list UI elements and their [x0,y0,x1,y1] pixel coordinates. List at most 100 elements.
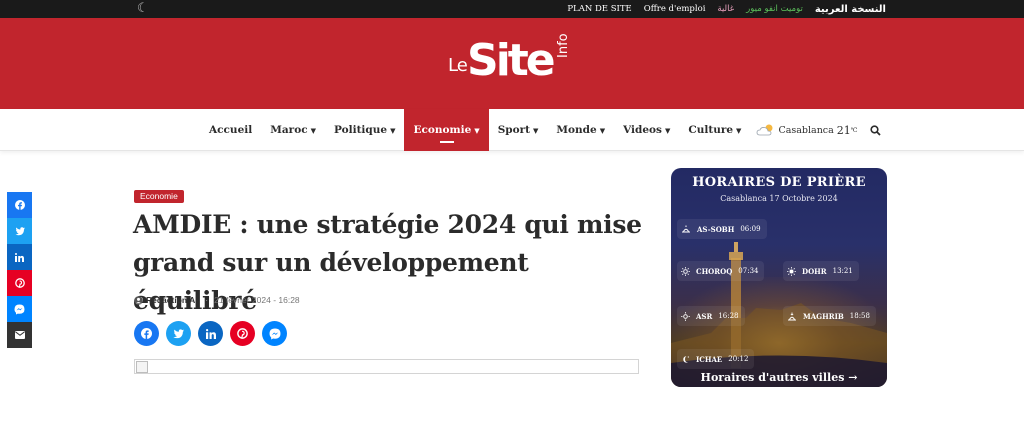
prayer-time-value: 06:09 [740,225,761,233]
nav-item-maroc[interactable]: Maroc ▼ [261,109,325,151]
nav-item-accueil[interactable]: Accueil [200,109,261,151]
pinterest-share-button[interactable] [230,321,255,346]
prayer-time-asr: ASR 16:28 [677,306,745,326]
chevron-down-icon: ▼ [599,125,606,135]
nav-item-label: Politique [333,124,388,136]
facebook-icon [141,328,152,339]
prayer-time-ichae: ICHAE 20:12 [677,349,755,369]
pinterest-icon [237,328,248,339]
chevron-down-icon: ▼ [310,125,316,135]
prayer-name: DOHR [802,266,827,276]
twitter-share-button[interactable] [166,321,191,346]
meta-separator: · [205,295,209,305]
top-links: PLAN DE SITE Offre d'emploi غالية توميت … [567,0,886,18]
chevron-down-icon: ▼ [390,125,396,135]
sun-icon [787,266,796,276]
nav-item-videos[interactable]: Videos ▼ [614,109,679,151]
nav-item-label: Economie [413,124,472,136]
sun-icon [681,266,690,276]
broken-image-icon [136,361,148,373]
messenger-share-button[interactable] [262,321,287,346]
nav-item-label: Sport [497,124,530,136]
prayer-name: CHOROQ [696,266,733,276]
job-offers-link[interactable]: Offre d'emploi [644,4,706,14]
nav-item-politique[interactable]: Politique ▼ [325,109,404,151]
nav-item-label: Culture [688,124,734,136]
weather-widget: Casablanca 21 ℃ [750,109,858,151]
chevron-down-icon: ▼ [533,125,539,135]
search-icon[interactable] [869,109,881,151]
prayer-name: MAGHRIB [803,311,844,321]
weather-unit: ℃ [850,126,858,134]
prayer-time-value: 13:21 [832,267,853,275]
linkedin-share-button[interactable] [198,321,223,346]
chevron-down-icon: ▼ [474,125,480,135]
nav-item-culture[interactable]: Culture ▼ [679,109,750,151]
main-navigation: Accueil Maroc ▼ Politique ▼ Economie ▼ Spor… [0,109,1024,151]
prayer-time-assobh: AS-SOBH 06:09 [677,219,767,239]
weather-temp: 21 [836,123,851,137]
partly-cloudy-icon [757,124,773,136]
prayer-name: AS-SOBH [697,224,735,234]
prayer-time-value: 18:58 [849,312,870,320]
arabic-edition-link[interactable]: النسخة العربية [815,4,886,15]
sunrise-icon [682,225,690,233]
twitter-share-button[interactable] [7,218,32,244]
site-logo[interactable]: Le Site Info [448,33,582,88]
prayer-times-widget[interactable]: HORAIRES DE PRIÈRE Casablanca 17 Octobre… [671,168,887,387]
facebook-share-button[interactable] [7,192,32,218]
prayer-time-value: 20:12 [728,355,749,363]
category-badge[interactable]: Economie [134,190,184,203]
pinterest-share-button[interactable] [7,270,32,296]
featured-image-placeholder [134,359,639,374]
weather-city: Casablanca [778,124,834,136]
linkedin-share-button[interactable] [7,244,32,270]
email-share-button[interactable] [7,322,32,348]
facebook-share-button[interactable] [134,321,159,346]
prayer-time-value: 16:28 [718,312,739,320]
top-bar: ☾ PLAN DE SITE Offre d'emploi غالية تومي… [0,0,1024,18]
other-cities-link[interactable]: Horaires d'autres villes → [671,371,887,384]
prayer-time-dohr: DOHR 13:21 [783,261,859,281]
facebook-icon [14,200,25,210]
linkedin-icon [205,328,216,339]
site-header: Le Site Info [0,18,1024,109]
share-sidebar [7,192,32,348]
logo-le: Le [448,55,468,76]
chevron-down-icon: ▼ [736,125,742,135]
prayer-time-maghrib: MAGHRIB 18:58 [783,306,876,326]
email-icon [14,331,25,339]
sitemap-link[interactable]: PLAN DE SITE [567,4,631,14]
nav-item-label: Videos [623,124,662,136]
sunset-icon [788,312,796,320]
twitter-icon [173,328,184,338]
twitter-icon [14,226,25,235]
logo-info: Info [556,33,571,58]
messenger-icon [14,304,25,314]
sun-icon [681,311,690,321]
logo-site: Site [467,35,556,86]
arabic-link-pink[interactable]: غالية [717,4,734,14]
publish-date: 21 février 2024 - 16:28 [214,295,300,305]
prayer-widget-title: HORAIRES DE PRIÈRE [692,175,866,190]
author-icon [134,295,143,305]
dark-mode-moon-icon[interactable]: ☾ [137,0,149,18]
nav-item-label: Accueil [209,124,253,136]
messenger-icon [269,328,280,339]
moon-stars-icon [683,355,689,363]
author-name[interactable]: Rédaction A [146,295,195,305]
article-meta: Rédaction A · 21 février 2024 - 16:28 [134,294,300,306]
nav-item-economie[interactable]: Economie ▼ [404,109,489,151]
share-buttons-row [134,321,287,346]
nav-item-label: Monde [556,124,597,136]
nav-item-sport[interactable]: Sport ▼ [489,109,548,151]
pinterest-icon [14,278,25,288]
nav-item-monde[interactable]: Monde ▼ [547,109,614,151]
prayer-name: ICHAE [696,354,723,364]
prayer-widget-date: Casablanca 17 Octobre 2024 [720,194,838,203]
prayer-name: ASR [696,311,713,321]
linkedin-icon [15,252,24,262]
arabic-link-green[interactable]: توميت انفو ميور [746,4,803,14]
chevron-down-icon: ▼ [664,125,671,135]
messenger-share-button[interactable] [7,296,32,322]
